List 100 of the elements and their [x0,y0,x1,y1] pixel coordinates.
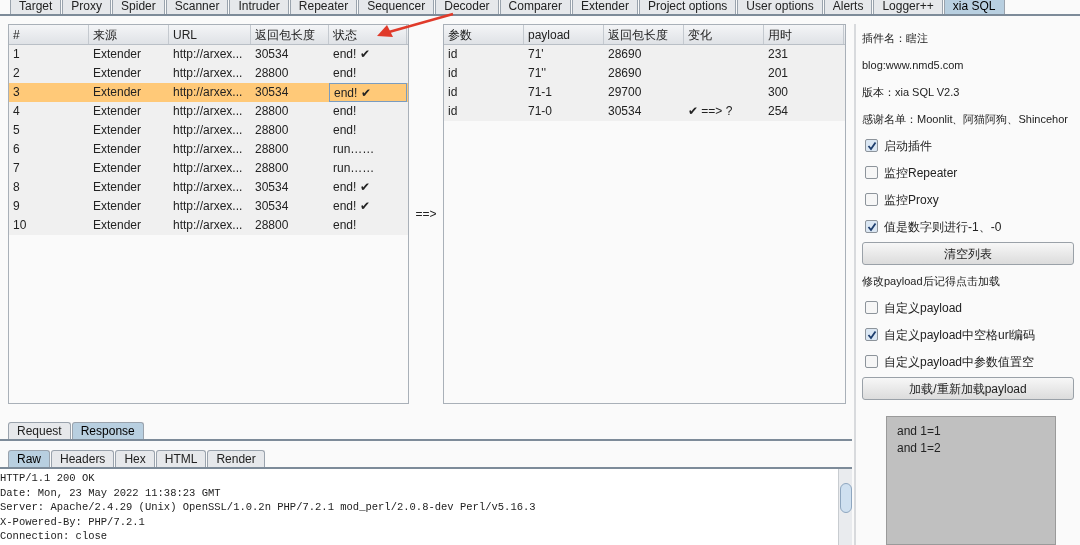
payload-textarea[interactable]: and 1=1 and 1=2 [886,416,1056,545]
table-cell: http://arxex... [173,161,243,175]
tab[interactable]: Target [10,0,62,14]
table-cell: Extender [93,104,142,118]
table-cell: Extender [93,161,142,175]
scrollbar[interactable] [838,469,852,545]
column-header[interactable]: 返回包长度 [251,25,329,44]
tab[interactable]: Project options [638,0,737,14]
table-row[interactable]: 4 Extender http://arxex... 28800 end! [9,102,408,121]
checkbox-label: 监控Proxy [884,191,939,208]
tab[interactable]: Sequencer [358,0,435,14]
table-cell: run…… [333,161,375,175]
checkbox[interactable] [865,355,878,368]
table-cell: 28800 [255,218,289,232]
tab[interactable]: Decoder [435,0,499,14]
tab[interactable]: Response [71,422,144,439]
tab[interactable]: HTML [155,450,207,467]
table-row[interactable]: id 71-1 29700 300 [444,83,845,102]
tab[interactable]: Request [8,422,71,439]
tab[interactable]: Extender [571,0,638,14]
checkbox-label: 值是数字则进行-1、-0 [884,218,1002,235]
table-cell: 28800 [255,123,289,137]
table-cell: 10 [13,218,27,232]
checkbox[interactable] [865,193,878,206]
table-cell: 30534 [255,47,289,61]
table-cell: 71-1 [528,85,553,99]
checkbox-label: 自定义payload [884,299,963,316]
table-cell: Extender [93,180,142,194]
column-header[interactable]: payload [524,25,604,44]
table-row[interactable]: id 71'' 28690 201 [444,64,845,83]
table-row[interactable]: id 71-0 30534 ✔ ==> ? 254 [444,102,845,121]
table-row[interactable]: 10 Extender http://arxex... 28800 end! [9,216,408,235]
column-header[interactable]: URL [169,25,251,44]
checkbox[interactable] [865,139,878,152]
table-cell: http://arxex... [173,85,243,99]
table-cell: 28690 [608,66,642,80]
table-cell: http://arxex... [173,104,243,118]
table-cell: end! [333,218,357,232]
checkbox[interactable] [865,220,878,233]
table-cell: 28800 [255,66,289,80]
tab[interactable]: Repeater [289,0,358,14]
tab[interactable]: Raw [8,450,50,467]
table-row[interactable]: 1 Extender http://arxex... 30534 end! ✔ [9,45,408,64]
table-row[interactable]: 2 Extender http://arxex... 28800 end! [9,64,408,83]
table-cell: end! ✔ [333,180,370,194]
table-cell: http://arxex... [173,218,243,232]
tab[interactable]: xia SQL [943,0,1005,14]
checkbox-label: 自定义payload中空格url编码 [884,326,1036,343]
checkbox[interactable] [865,166,878,179]
tab[interactable]: Headers [51,450,115,467]
table-row[interactable]: 3 Extender http://arxex... 30534 end! ✔ [9,83,408,102]
checkbox[interactable] [865,301,878,314]
table-cell: http://arxex... [173,123,243,137]
table-cell: 1 [13,47,20,61]
table-cell: run…… [333,142,375,156]
table-cell: end! ✔ [334,86,371,100]
column-header[interactable]: 返回包长度 [604,25,684,44]
response-line: Date: Mon, 23 May 2022 11:38:23 GMT [0,486,221,499]
table-cell: 30534 [255,85,289,99]
table-cell: 71-0 [528,104,553,118]
table-cell: id [448,104,458,118]
table-row[interactable]: 5 Extender http://arxex... 28800 end! [9,121,408,140]
table-row[interactable]: 9 Extender http://arxex... 30534 end! ✔ [9,197,408,216]
table-row[interactable]: 8 Extender http://arxex... 30534 end! ✔ [9,178,408,197]
table-cell: Extender [93,47,142,61]
table-cell: 231 [768,47,789,61]
table-cell: id [448,66,458,80]
action-button[interactable]: 清空列表 [862,242,1074,265]
table-row[interactable]: id 71' 28690 231 [444,45,845,64]
info-text: blog:www.nmd5.com [862,57,964,73]
tab[interactable]: Alerts [823,0,873,14]
table-cell: 71' [528,47,544,61]
table-cell: end! ✔ [333,199,370,213]
column-header[interactable]: 参数 [444,25,524,44]
checkbox-label: 启动插件 [884,137,932,154]
tab[interactable]: Hex [115,450,155,467]
table-cell: Extender [93,123,142,137]
tab[interactable]: Spider [112,0,165,14]
action-button[interactable]: 加载/重新加载payload [862,377,1074,400]
table-row[interactable]: 6 Extender http://arxex... 28800 run…… [9,140,408,159]
column-header[interactable]: 变化 [684,25,764,44]
tab[interactable]: Render [207,450,265,467]
table-row[interactable]: 7 Extender http://arxex... 28800 run…… [9,159,408,178]
table-cell: 30534 [608,104,642,118]
table-cell: end! [333,104,357,118]
tab[interactable]: Comparer [499,0,571,14]
tab[interactable]: User options [737,0,823,14]
table-cell: 7 [13,161,20,175]
column-header[interactable]: 用时 [764,25,844,44]
tab[interactable]: Intruder [229,0,289,14]
column-header[interactable]: 来源 [89,25,169,44]
column-header[interactable]: # [9,25,89,44]
payload-line: and 1=1 [897,424,941,438]
checkbox-label: 监控Repeater [884,164,958,181]
checkbox[interactable] [865,328,878,341]
tab[interactable]: Logger++ [873,0,943,14]
tab[interactable]: Proxy [62,0,112,14]
tab[interactable]: Scanner [165,0,229,14]
table-cell: http://arxex... [173,180,243,194]
table-cell: end! [333,66,357,80]
